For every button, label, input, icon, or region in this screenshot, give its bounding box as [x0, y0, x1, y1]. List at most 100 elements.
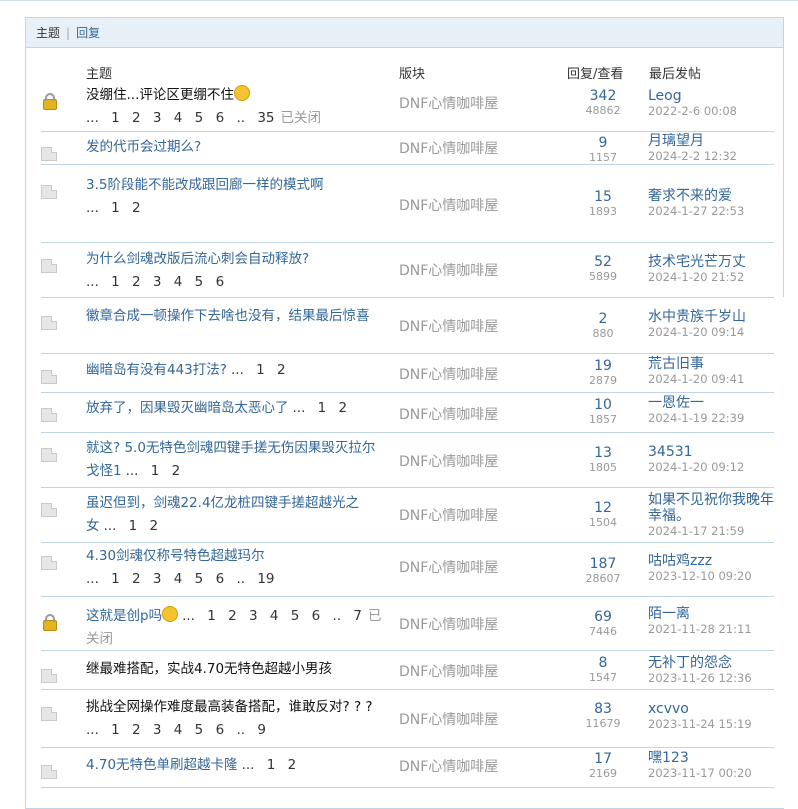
thread-icon[interactable]	[41, 669, 57, 683]
last-poster-link[interactable]: 一恩佐一	[648, 395, 778, 411]
forum-link[interactable]: DNF心情咖啡屋	[399, 614, 498, 634]
reply-count[interactable]: 69	[561, 609, 645, 625]
thread-icon[interactable]	[41, 185, 57, 199]
reply-count[interactable]: 12	[561, 500, 645, 516]
reply-count[interactable]: 2	[561, 311, 645, 327]
reply-count[interactable]: 15	[561, 189, 645, 205]
forum-link[interactable]: DNF心情咖啡屋	[399, 260, 498, 280]
last-post-time[interactable]: 2023-11-17 00:20	[648, 766, 778, 780]
thread-title-link[interactable]: 4.30剑魂仅称号特色超越玛尔	[86, 548, 265, 564]
forum-link[interactable]: DNF心情咖啡屋	[399, 138, 498, 158]
thread-title-link[interactable]: 这就是创p吗	[86, 608, 162, 624]
reply-count[interactable]: 19	[561, 358, 645, 374]
thread-pager[interactable]: ... 1 2 3 4 5 6 .. 35	[86, 110, 275, 126]
last-poster-link[interactable]: xcvvo	[648, 701, 778, 717]
thread-icon[interactable]	[41, 503, 57, 517]
last-post-time[interactable]: 2024-1-17 21:59	[648, 524, 778, 538]
reply-count[interactable]: 83	[561, 701, 645, 717]
thread-pager[interactable]: ... 1 2 3 4 5 6 .. 7	[182, 608, 362, 624]
thread-icon[interactable]	[41, 556, 57, 570]
last-post-time[interactable]: 2024-1-20 09:12	[648, 460, 778, 474]
thread-icon[interactable]	[41, 259, 57, 273]
thread-pager[interactable]: ... 1 2	[231, 362, 286, 378]
thread-pager[interactable]: ... 1 2 3 4 5 6 .. 9	[86, 722, 266, 738]
last-post-time[interactable]: 2023-11-24 15:19	[648, 717, 778, 731]
last-poster-link[interactable]: 技术宅光芒万丈	[648, 254, 778, 270]
thread-icon[interactable]	[41, 408, 57, 422]
last-poster-link[interactable]: 咕咕鸡zzz	[648, 553, 778, 569]
last-poster-link[interactable]: Leog	[648, 88, 778, 104]
forum-link[interactable]: DNF心情咖啡屋	[399, 661, 498, 681]
forum-link[interactable]: DNF心情咖啡屋	[399, 93, 498, 113]
last-poster-link[interactable]: 34531	[648, 444, 778, 460]
thread-title-link[interactable]: 4.70无特色单刷超越卡隆	[86, 757, 238, 773]
reply-count[interactable]: 10	[561, 397, 645, 413]
forum-link[interactable]: DNF心情咖啡屋	[399, 557, 498, 577]
reply-view-count: 187 28607	[561, 556, 645, 585]
thread-icon[interactable]	[41, 147, 57, 161]
thread-title-link[interactable]: 幽暗岛有没有443打法?	[86, 362, 227, 378]
thread-pager[interactable]: ... 1 2	[242, 757, 297, 773]
lock-icon[interactable]	[43, 614, 57, 631]
reply-count[interactable]: 8	[561, 655, 645, 671]
last-poster-link[interactable]: 陌一离	[648, 606, 778, 622]
thread-icon[interactable]	[41, 316, 57, 330]
thread-pager[interactable]: ... 1 2 3 4 5 6	[86, 274, 224, 290]
thread-pager[interactable]: ... 1 2	[293, 400, 348, 416]
scrollbar[interactable]	[783, 17, 798, 297]
thread-title-link[interactable]: 发的代币会过期么?	[86, 139, 201, 155]
reply-count[interactable]: 13	[561, 445, 645, 461]
tab-replies[interactable]: 回复	[76, 24, 100, 41]
last-poster-link[interactable]: 水中贵族千岁山	[648, 309, 778, 325]
forum-link[interactable]: DNF心情咖啡屋	[399, 505, 498, 525]
thread-title-link[interactable]: 继最难搭配，实战4.70无特色超越小男孩	[86, 661, 332, 677]
thread-title-link[interactable]: 没绷住...评论区更绷不住	[86, 87, 234, 103]
last-poster-link[interactable]: 荒古旧事	[648, 356, 778, 372]
reply-count[interactable]: 17	[561, 751, 645, 767]
thread-pager[interactable]: ... 1 2 3 4 5 6 .. 19	[86, 571, 275, 587]
table-row: 挑战全网操作难度最高装备搭配，谁敢反对? ? ? ... 1 2 3 4 5 6 …	[41, 689, 774, 748]
thread-title-link[interactable]: 为什么剑魂改版后流心刺会自动释放?	[86, 251, 309, 267]
thread-icon[interactable]	[41, 370, 57, 384]
forum-link[interactable]: DNF心情咖啡屋	[399, 404, 498, 424]
last-post-time[interactable]: 2024-1-27 22:53	[648, 204, 778, 218]
thread-pager[interactable]: ... 1 2	[86, 200, 141, 216]
tab-topics[interactable]: 主题	[36, 24, 60, 41]
forum-link[interactable]: DNF心情咖啡屋	[399, 316, 498, 336]
last-poster-link[interactable]: 嘿123	[648, 750, 778, 766]
last-post-time[interactable]: 2024-1-20 09:14	[648, 325, 778, 339]
last-post-time[interactable]: 2024-1-20 09:41	[648, 372, 778, 386]
reply-count[interactable]: 52	[561, 254, 645, 270]
thread-icon[interactable]	[41, 707, 57, 721]
thread-subject: 徽章合成一顿操作下去啥也没有，结果最后惊喜	[86, 305, 386, 328]
lock-icon[interactable]	[43, 93, 57, 110]
last-poster-link[interactable]: 无补丁的怨念	[648, 655, 778, 671]
thread-title-link[interactable]: 徽章合成一顿操作下去啥也没有，结果最后惊喜	[86, 308, 370, 324]
reply-count[interactable]: 187	[561, 556, 645, 572]
last-post-time[interactable]: 2023-11-26 12:36	[648, 671, 778, 685]
forum-link[interactable]: DNF心情咖啡屋	[399, 756, 498, 776]
thread-title-link[interactable]: 挑战全网操作难度最高装备搭配，谁敢反对? ? ?	[86, 699, 373, 715]
last-poster-link[interactable]: 如果不见祝你我晚年幸福。	[648, 492, 778, 524]
last-poster-link[interactable]: 奢求不来的爱	[648, 188, 778, 204]
forum-link[interactable]: DNF心情咖啡屋	[399, 195, 498, 215]
thread-title-link[interactable]: 放弃了，因果毁灭幽暗岛太恶心了	[86, 400, 289, 416]
last-post-time[interactable]: 2024-1-20 21:52	[648, 270, 778, 284]
forum-link[interactable]: DNF心情咖啡屋	[399, 709, 498, 729]
thread-subject: 这就是创p吗... 1 2 3 4 5 6 .. 7 已关闭	[86, 605, 386, 651]
thread-icon[interactable]	[41, 448, 57, 462]
thread-pager[interactable]: ... 1 2	[104, 518, 159, 534]
forum-link[interactable]: DNF心情咖啡屋	[399, 451, 498, 471]
thread-title-link[interactable]: 3.5阶段能不能改成跟回廊一样的模式啊	[86, 177, 323, 193]
reply-count[interactable]: 9	[561, 135, 645, 151]
last-post-time[interactable]: 2024-2-2 12:32	[648, 149, 778, 163]
reply-count[interactable]: 342	[561, 88, 645, 104]
last-post-time[interactable]: 2024-1-19 22:39	[648, 411, 778, 425]
forum-link[interactable]: DNF心情咖啡屋	[399, 364, 498, 384]
last-post-time[interactable]: 2021-11-28 21:11	[648, 622, 778, 636]
thread-pager[interactable]: ... 1 2	[126, 463, 181, 479]
last-post-time[interactable]: 2023-12-10 09:20	[648, 569, 778, 583]
last-poster-link[interactable]: 月璃望月	[648, 133, 778, 149]
last-post-time[interactable]: 2022-2-6 00:08	[648, 104, 778, 118]
thread-icon[interactable]	[41, 765, 57, 779]
